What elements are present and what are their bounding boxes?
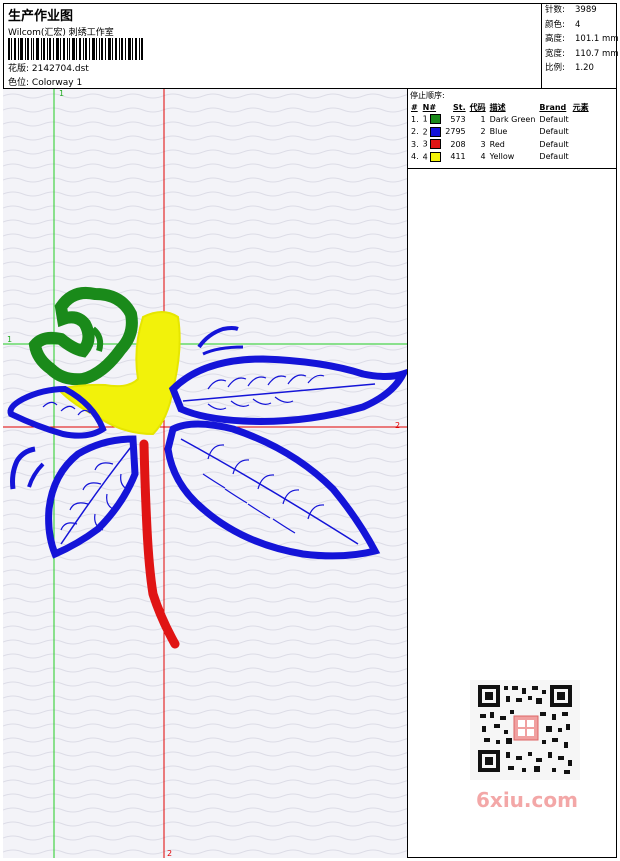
row-stitches: 411 [450, 152, 466, 162]
watermark-brand: 6xiu.com [476, 788, 578, 812]
table-row: 4. 4 411 4 Yellow Default [409, 151, 591, 164]
guide-v1-label: 1 [59, 89, 64, 98]
qr-code-image [470, 680, 580, 780]
row-description: Blue [489, 127, 508, 137]
row-stitches: 208 [450, 139, 466, 149]
guide-h1-label: 1 [7, 335, 12, 344]
row-brand: Default [539, 139, 569, 149]
row-needle: 1 [421, 113, 444, 126]
embroidery-preview: 1 1 2 2 [3, 89, 407, 858]
stat-colors: 颜色: 4 [545, 19, 581, 30]
row-code: 1 [480, 114, 486, 124]
stat-stitches: 针数: 3989 [545, 5, 597, 15]
row-code: 4 [480, 152, 486, 162]
table-row: 1. 1 573 1 Dark Green Default [409, 113, 591, 126]
row-description: Dark Green [489, 114, 536, 124]
row-brand: Default [539, 152, 569, 162]
row-stitches: 2795 [445, 127, 466, 137]
guide-h2-label: 2 [395, 421, 400, 430]
header-panel: 生产作业图 Wilcom(汇宏) 刺绣工作室 花版: 2142704.dst 色… [3, 3, 619, 89]
col-header-index: # [411, 102, 418, 112]
row-element [571, 126, 591, 139]
col-header-code: 代码 [469, 102, 486, 112]
stat-height: 高度: 101.1 mm [545, 34, 619, 45]
page-title: 生产作业图 [8, 9, 74, 24]
row-description: Red [489, 139, 505, 149]
row-index: 1. [411, 114, 419, 124]
stop-sequence-table: # N# St. 代码 描述 Brand 元素 1. 1 573 1 Dark Gre… [409, 101, 591, 163]
studio-subtitle: Wilcom(汇宏) 刺绣工作室 [8, 28, 114, 38]
color-swatch [430, 114, 442, 125]
colorway-line: 色位: Colorway 1 [8, 75, 82, 88]
row-index: 3. [411, 139, 419, 149]
col-header-number: N# [422, 102, 437, 112]
row-brand: Default [539, 127, 569, 137]
table-row: 3. 3 208 3 Red Default [409, 138, 591, 151]
table-header-row: # N# St. 代码 描述 Brand 元素 [409, 101, 591, 113]
guide-v2-label: 2 [167, 849, 172, 858]
row-index: 4. [411, 152, 419, 162]
design-file-name: 2142704.dst [31, 64, 89, 74]
col-header-element: 元素 [572, 102, 589, 112]
stop-sequence-panel: 停止顺序: # N# St. 代码 描述 Brand 元素 1. 1 573 1 Da… [408, 89, 617, 169]
stats-panel: 针数: 3989 颜色: 4 高度: 101.1 mm 宽度: 110.7 mm 比例:… [541, 3, 619, 88]
row-brand: Default [539, 114, 569, 124]
col-header-description: 描述 [489, 102, 506, 112]
row-element [571, 138, 591, 151]
stop-sequence-title: 停止顺序: [410, 91, 445, 100]
stat-width: 宽度: 110.7 mm [545, 48, 619, 59]
row-stitches: 573 [450, 114, 466, 124]
stat-scale: 比例: 1.20 [545, 63, 594, 74]
color-swatch [430, 126, 442, 137]
row-code: 2 [480, 127, 486, 137]
row-needle: 3 [421, 138, 444, 151]
colorway-label: 色位: [8, 78, 30, 88]
row-element [571, 113, 591, 126]
design-file-line: 花版: 2142704.dst [8, 61, 89, 74]
row-index: 2. [411, 127, 419, 137]
barcode-image [8, 38, 143, 60]
row-needle: 2 [421, 126, 444, 139]
design-canvas: 1 1 2 2 [3, 89, 408, 858]
design-label: 花版: [8, 64, 30, 74]
row-description: Yellow [489, 152, 515, 162]
row-element [571, 151, 591, 164]
colorway-value: Colorway 1 [31, 78, 83, 88]
table-row: 2. 2 2795 2 Blue Default [409, 126, 591, 139]
col-header-stitches: St. [453, 102, 466, 112]
color-swatch [430, 139, 442, 150]
row-code: 3 [480, 139, 486, 149]
color-swatch [430, 151, 442, 162]
row-needle: 4 [421, 151, 444, 164]
col-header-brand: Brand [539, 102, 567, 112]
